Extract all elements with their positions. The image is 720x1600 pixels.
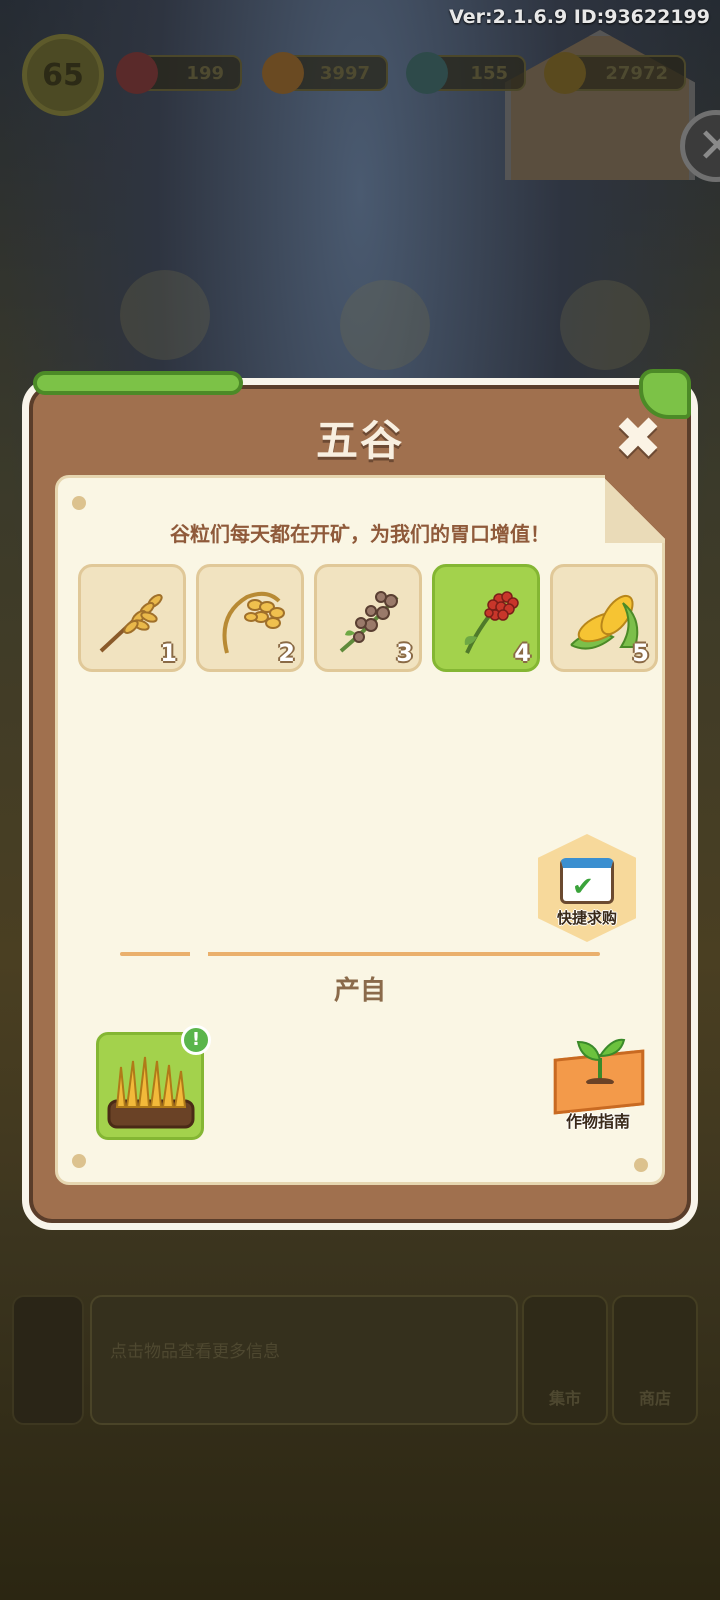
paper-pin xyxy=(634,1158,648,1172)
produce-from-label: 产自 xyxy=(333,976,386,1006)
grain-item-4[interactable]: 4 xyxy=(432,564,540,672)
section-divider xyxy=(120,951,600,957)
bottom-bar: 点击物品查看更多信息 集市 商店 xyxy=(12,1295,708,1425)
source-farm-plot[interactable]: ! xyxy=(96,1025,211,1140)
shop-button[interactable]: 商店 xyxy=(612,1295,698,1425)
crop-guide-button[interactable]: 作物指南 xyxy=(548,1034,648,1134)
quick-buy-label: 快捷求购 xyxy=(556,909,617,927)
coins-value: 27972 xyxy=(605,62,668,84)
sprout-icon xyxy=(576,1038,626,1084)
grain-item-5[interactable]: 5 xyxy=(550,564,658,672)
close-button[interactable]: ✖ xyxy=(611,409,665,467)
grain-item-2[interactable]: 2 xyxy=(196,564,304,672)
carrots-value: 3997 xyxy=(319,62,370,84)
divider-gap xyxy=(190,951,208,957)
modal-title: 五谷 xyxy=(315,416,404,465)
market-label: 集市 xyxy=(548,1389,581,1408)
grain-number: 2 xyxy=(278,639,295,667)
grain-number: 5 xyxy=(632,639,649,667)
check-icon: ✔ xyxy=(572,872,594,902)
item-info-panel: 点击物品查看更多信息 xyxy=(90,1295,518,1425)
coin-icon xyxy=(544,52,586,94)
barn-silhouette xyxy=(505,30,695,180)
animal-silhouette xyxy=(340,280,430,370)
grain-list: 1 2 3 4 5 xyxy=(78,564,658,672)
grain-number: 1 xyxy=(160,639,177,667)
grain-number: 3 xyxy=(396,639,413,667)
grain-item-1[interactable]: 1 xyxy=(78,564,186,672)
grain-number: 4 xyxy=(514,639,531,667)
animal-silhouette xyxy=(120,270,210,360)
grain-item-3[interactable]: 3 xyxy=(314,564,422,672)
energy-value: 155 xyxy=(470,62,508,84)
back-button[interactable] xyxy=(12,1295,84,1425)
crop-guide-label: 作物指南 xyxy=(565,1112,630,1131)
item-info-text: 点击物品查看更多信息 xyxy=(110,1342,280,1362)
wheat-field-icon xyxy=(107,1056,195,1129)
content-paper: 谷粒们每天都在开矿，为我们的胃口增值！ 1 2 3 4 5 ✔ 快捷求购 产自 … xyxy=(55,475,665,1185)
lightning-icon xyxy=(406,52,448,94)
grass-decoration xyxy=(33,371,243,395)
modal-subtitle: 谷粒们每天都在开矿，为我们的胃口增值！ xyxy=(170,522,550,546)
quick-buy-button[interactable]: ✔ 快捷求购 xyxy=(538,834,636,942)
carrot-icon xyxy=(262,52,304,94)
animal-silhouette xyxy=(560,280,650,370)
shop-label: 商店 xyxy=(638,1389,671,1408)
gems-value: 199 xyxy=(186,62,224,84)
market-button[interactable]: 集市 xyxy=(522,1295,608,1425)
player-level-badge[interactable]: 65 xyxy=(22,34,104,116)
gem-icon xyxy=(116,52,158,94)
grains-modal: 五谷 ✖ 谷粒们每天都在开矿，为我们的胃口增值！ 1 2 3 4 5 ✔ 快捷求… xyxy=(22,369,698,1230)
alert-icon: ! xyxy=(181,1025,211,1055)
paper-pin xyxy=(72,1154,86,1168)
paper-pin xyxy=(72,496,86,510)
version-id-label: Ver:2.1.6.9 ID:93622199 xyxy=(449,6,710,28)
